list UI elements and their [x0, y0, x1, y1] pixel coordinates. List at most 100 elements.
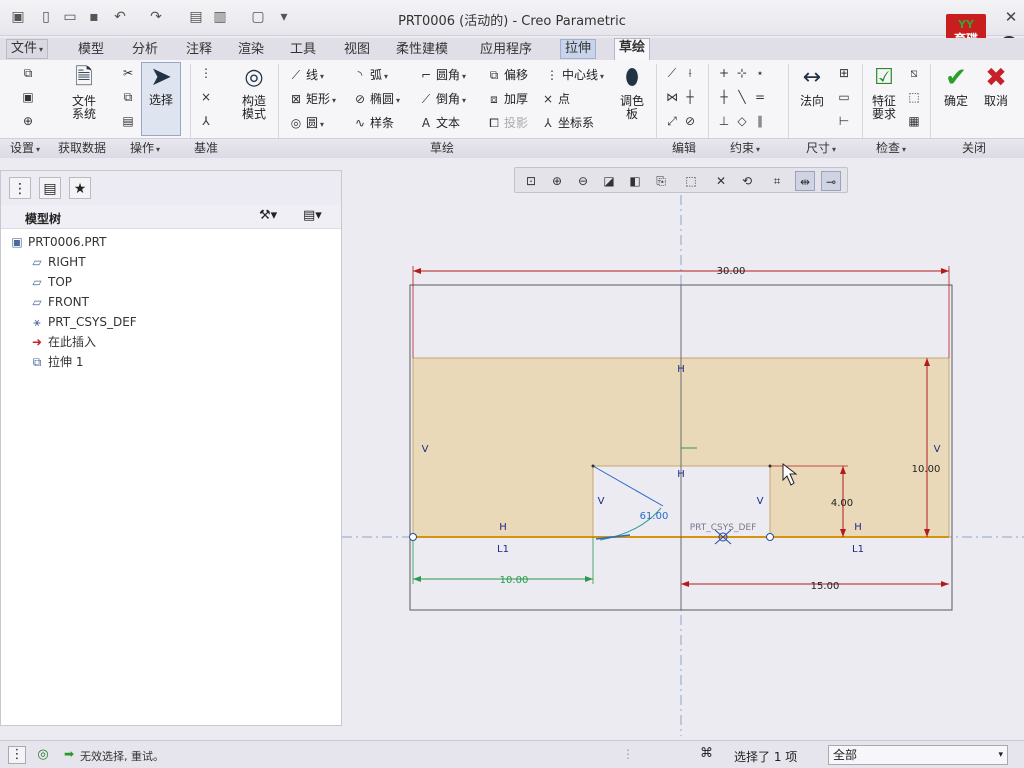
display-style-icon[interactable]: ◧ [625, 171, 645, 191]
tab-extrude[interactable]: 拉伸 [560, 39, 597, 59]
part-icon: ▣ [11, 235, 23, 249]
point-button[interactable]: × 点 [540, 90, 570, 107]
constraint-display-icon[interactable]: ⊸ [821, 171, 841, 191]
graphics-window[interactable] [342, 158, 1024, 736]
tree-item[interactable]: ▣ PRT0006.PRT [9, 233, 106, 251]
normal-dimension-button[interactable]: ↔ 法向 [794, 64, 830, 108]
group-constrain[interactable]: 约束 ▾ [730, 139, 760, 157]
model-tree-tab-icon[interactable]: ⋮ [9, 177, 31, 199]
reference-icon[interactable]: ⊕ [20, 114, 38, 128]
tab-analysis[interactable]: 分析 [128, 41, 162, 59]
tree-item[interactable]: ⧉ 拉伸 1 [29, 353, 84, 371]
select-button[interactable]: ➤ 选择 [141, 62, 181, 136]
tree-item[interactable]: ▱ FRONT [29, 293, 89, 311]
tree-columns-icon[interactable]: ▤▾ [303, 208, 322, 223]
group-operations[interactable]: 操作 ▾ [130, 139, 160, 157]
highlight-open-ends-icon[interactable]: ⬚ [906, 90, 924, 104]
overlap-geometry-icon[interactable]: ⧅ [906, 66, 924, 81]
modify-icon[interactable]: ⟋ ⟊ [664, 66, 700, 81]
dimension-display-icon[interactable]: ⇹ [795, 171, 815, 191]
project-button[interactable]: ⧠ 投影 [486, 114, 528, 131]
chamfer-button[interactable]: ⟋ 倒角 ▾ [418, 90, 466, 107]
text-button[interactable]: A 文本 [418, 114, 460, 131]
status-bar: ⋮ ◎ ➡ 无效选择, 重试。 ⋮ ⌘ 选择了 1 项 全部 ▾ [0, 740, 1024, 768]
vertical-constraint-icon[interactable]: + ⊹ ⋆ [716, 66, 770, 80]
tab-sketch[interactable]: 草绘 [614, 38, 651, 60]
saved-views-icon[interactable]: ⎘ [651, 171, 671, 191]
folder-browser-tab-icon[interactable]: ▤ [39, 177, 61, 199]
thicken-button[interactable]: ⧈ 加厚 [486, 90, 528, 107]
view-toolbar: ⊡ ⊕ ⊖ ◪ ◧ ⎘ ⬚ ✕ ⟲ ⌗ ⇹ ⊸ [514, 167, 848, 193]
datum-display-icon[interactable]: ✕ [711, 171, 731, 191]
ribbon: ⧉ ▣ ⊕ 🗎 文件 系统 ✂ ⧉ ▤ ➤ 选择 ⋮ × ⅄ ◎ 构造 模式 ⟋ 线 ▾ … [0, 60, 1024, 158]
mirror-icon[interactable]: ⋈ ┼ [664, 90, 700, 104]
ok-button[interactable]: ✔ 确定 [938, 64, 974, 108]
tab-render[interactable]: 渲染 [234, 41, 268, 59]
status-message: 无效选择, 重试。 [80, 750, 164, 763]
cut-icon[interactable]: ✂ [120, 66, 138, 80]
datum-point-icon[interactable]: × [198, 90, 216, 104]
file-system-icon: 🗎 [75, 65, 93, 90]
tab-flexible-modeling[interactable]: 柔性建模 [392, 41, 452, 59]
group-dimension[interactable]: 尺寸 ▾ [806, 139, 836, 157]
fillet-button[interactable]: ⌐ 圆角 ▾ [418, 66, 466, 83]
sketch-setup-icon[interactable]: ⧉ [20, 66, 38, 81]
shade-closed-loops-icon[interactable]: ▦ [906, 114, 924, 128]
browser-toggle-icon[interactable]: ◎ [34, 746, 52, 764]
spin-center-icon[interactable]: ⟲ [737, 171, 757, 191]
centerline-button[interactable]: ⋮ 中心线 ▾ [544, 66, 604, 83]
group-setup[interactable]: 设置 ▾ [10, 139, 40, 157]
rotate-resize-icon[interactable]: ⤢ ⊘ [664, 114, 700, 129]
navigator-toggle-icon[interactable]: ⋮ [8, 746, 26, 764]
refit-icon[interactable]: ⊡ [521, 171, 541, 191]
feature-requirements-button[interactable]: ☑ 特征 要求 [864, 64, 904, 121]
model-tree-title: 模型树 [25, 212, 62, 226]
offset-button[interactable]: ⧉ 偏移 [486, 66, 528, 83]
select-arrow-icon: ➤ [150, 62, 172, 92]
favorites-tab-icon[interactable]: ★ [69, 177, 91, 199]
coord-sys-button[interactable]: ⅄ 坐标系 [540, 114, 594, 131]
paste-icon[interactable]: ▤ [120, 114, 138, 128]
find-icon[interactable]: ⌘ [700, 746, 713, 761]
construction-mode-button[interactable]: ◎ 构造 模式 [232, 64, 276, 121]
zoom-in-icon[interactable]: ⊕ [547, 171, 567, 191]
close-window-button[interactable]: ✕ [1000, 6, 1022, 28]
sketch-view-icon[interactable]: ⬚ [681, 171, 701, 191]
tab-tools[interactable]: 工具 [286, 41, 320, 59]
tab-applications[interactable]: 应用程序 [476, 41, 536, 59]
selection-filter-dropdown[interactable]: 全部 ▾ [828, 745, 1008, 765]
tree-settings-icon[interactable]: ⚒▾ [259, 208, 277, 223]
tab-file[interactable]: 文件 ▾ [6, 39, 49, 59]
file-system-button[interactable]: 🗎 文件 系统 [62, 64, 106, 121]
csys-icon: ⚹ [33, 315, 41, 329]
repaint-icon[interactable]: ◪ [599, 171, 619, 191]
annotation-display-icon[interactable]: ⌗ [767, 171, 787, 191]
tree-item[interactable]: ▱ RIGHT [29, 253, 85, 271]
reference-dim-icon[interactable]: ▭ [836, 90, 854, 104]
datum-plane-icon: ▱ [32, 275, 42, 289]
zoom-out-icon[interactable]: ⊖ [573, 171, 593, 191]
perimeter-dim-icon[interactable]: ⊞ [836, 66, 854, 80]
tab-view[interactable]: 视图 [340, 41, 374, 59]
datum-csys-icon[interactable]: ⅄ [198, 114, 216, 128]
palette-button[interactable]: ⬮ 调色 板 [610, 64, 654, 121]
tree-item[interactable]: ▱ TOP [29, 273, 72, 291]
tree-item[interactable]: ➜ 在此插入 [29, 333, 96, 351]
perpendicular-constraint-icon[interactable]: ⊥ ◇ ∥ [716, 114, 770, 128]
baseline-dim-icon[interactable]: ⊢ [836, 114, 854, 128]
arc-button[interactable]: ◝ 弧 ▾ [352, 66, 388, 83]
line-button[interactable]: ⟋ 线 ▾ [288, 66, 324, 83]
sketch-view-icon[interactable]: ▣ [20, 90, 38, 104]
tab-annotate[interactable]: 注释 [182, 41, 216, 59]
tab-model[interactable]: 模型 [74, 41, 108, 59]
ellipse-button[interactable]: ⊘ 椭圆 ▾ [352, 90, 400, 107]
copy-icon[interactable]: ⧉ [120, 90, 138, 105]
group-inspect[interactable]: 检查 ▾ [876, 139, 906, 157]
cancel-button[interactable]: ✖ 取消 [978, 64, 1014, 108]
rectangle-button[interactable]: ⊠ 矩形 ▾ [288, 90, 336, 107]
datum-centerline-icon[interactable]: ⋮ [198, 66, 216, 80]
horizontal-constraint-icon[interactable]: ┼ ╲ = [716, 90, 770, 104]
circle-button[interactable]: ◎ 圆 ▾ [288, 114, 324, 131]
spline-button[interactable]: ∿ 样条 [352, 114, 394, 131]
tree-item[interactable]: ⚹ PRT_CSYS_DEF [29, 313, 136, 331]
